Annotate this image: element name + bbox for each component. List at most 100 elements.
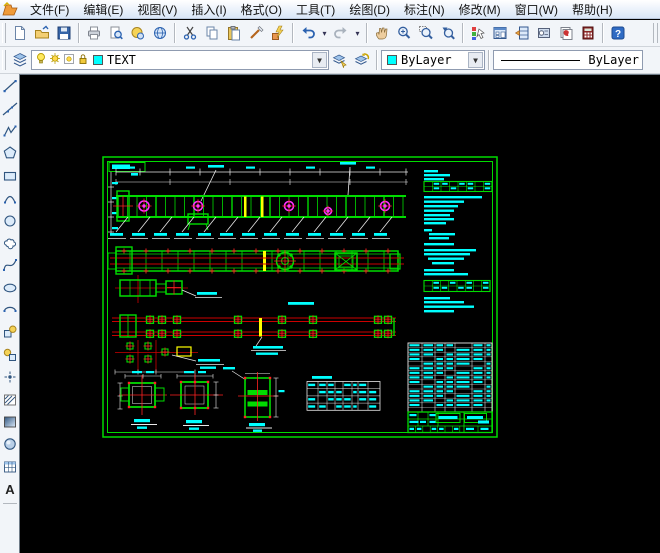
menu-item-window[interactable]: 窗口(W)	[508, 0, 565, 19]
tool-palettes-button[interactable]	[511, 22, 533, 44]
copy-button[interactable]	[201, 22, 223, 44]
design-center-icon	[493, 27, 507, 39]
redo-button[interactable]	[330, 22, 352, 44]
redo-icon	[334, 27, 347, 39]
redo-list-button[interactable]: ▾	[352, 22, 363, 44]
toolbar-separator	[366, 23, 368, 43]
rectangle-tool[interactable]	[0, 165, 19, 187]
paste-button[interactable]	[223, 22, 245, 44]
toolbar-end-grip[interactable]	[653, 23, 658, 43]
lightbulb-icon[interactable]	[35, 52, 47, 69]
markup-set-icon	[560, 27, 573, 40]
menu-item-draw[interactable]: 绘图(D)	[342, 0, 397, 19]
insert-block-tool[interactable]	[0, 321, 19, 343]
lightbulb-icon	[37, 52, 45, 63]
menu-item-tools[interactable]: 工具(T)	[289, 0, 342, 19]
color-combo-dropdown[interactable]: ▼	[468, 52, 483, 68]
toolbar-grip[interactable]	[2, 23, 6, 43]
new-button[interactable]	[9, 22, 31, 44]
ellipse-tool[interactable]	[0, 277, 19, 299]
ellipse-arc-tool[interactable]	[0, 299, 19, 321]
make-object-layer-current-button[interactable]	[329, 49, 351, 71]
menu-item-modify[interactable]: 修改(M)	[452, 0, 508, 19]
sun-icon[interactable]	[49, 52, 61, 69]
markup-set-manager-button[interactable]	[555, 22, 577, 44]
undo-button[interactable]	[297, 22, 319, 44]
design-center-button[interactable]	[489, 22, 511, 44]
menu-item-help[interactable]: 帮助(H)	[565, 0, 620, 19]
color-combo[interactable]: ByLayer ▼	[381, 50, 485, 70]
menu-item-format[interactable]: 格式(O)	[234, 0, 289, 19]
viewport-sun-icon	[64, 53, 74, 64]
line-tool[interactable]	[0, 75, 19, 97]
multiline-text-tool[interactable]: A	[0, 478, 19, 500]
quick-calc-button[interactable]	[577, 22, 599, 44]
gradient-tool[interactable]	[0, 411, 19, 433]
menu-item-file[interactable]: 文件(F)	[23, 0, 76, 19]
spline-tool[interactable]	[0, 254, 19, 276]
print-button[interactable]	[83, 22, 105, 44]
sun-icon	[50, 52, 60, 64]
web-icon	[154, 27, 166, 39]
tool-palettes-icon	[514, 26, 529, 40]
layers-button[interactable]	[9, 49, 31, 71]
undo-list-button[interactable]: ▾	[319, 22, 330, 44]
undo-icon	[302, 27, 315, 39]
properties-button[interactable]	[467, 22, 489, 44]
toolbar-grip[interactable]	[2, 50, 6, 70]
open-button[interactable]	[31, 22, 53, 44]
toolbar-separator	[602, 23, 604, 43]
pan-button[interactable]	[371, 22, 393, 44]
region-tool[interactable]	[0, 433, 19, 455]
svg-text:A: A	[5, 482, 15, 497]
menu-item-dimension[interactable]: 标注(N)	[397, 0, 452, 19]
table-tool[interactable]	[0, 456, 19, 478]
viewport-sun-icon[interactable]	[63, 52, 75, 69]
menu-item-view[interactable]: 视图(V)	[130, 0, 184, 19]
polygon-tool[interactable]	[0, 142, 19, 164]
ellipse-icon	[3, 283, 16, 293]
construction-line-tool[interactable]	[0, 97, 19, 119]
lock-icon[interactable]	[77, 52, 89, 69]
layer-combo-dropdown[interactable]: ▼	[312, 52, 327, 68]
construction-line-icon	[2, 102, 17, 116]
layer-previous-button[interactable]	[351, 49, 373, 71]
menu-item-edit[interactable]: 编辑(E)	[76, 0, 130, 19]
sheet-set-icon	[538, 28, 550, 38]
save-button[interactable]	[53, 22, 75, 44]
circle-tool[interactable]	[0, 209, 19, 231]
linetype-value: ByLayer	[588, 53, 639, 67]
sheet-set-manager-button[interactable]	[533, 22, 555, 44]
table-icon	[3, 461, 16, 473]
quick-calc-icon	[582, 26, 594, 40]
print-preview-button[interactable]	[105, 22, 127, 44]
arc-tool[interactable]	[0, 187, 19, 209]
block-editor-button[interactable]	[267, 22, 289, 44]
zoom-window-button[interactable]	[415, 22, 437, 44]
svg-text:?: ?	[615, 29, 621, 40]
linetype-combo[interactable]: ByLayer	[493, 50, 643, 70]
match-properties-button[interactable]	[245, 22, 267, 44]
make-block-tool[interactable]	[0, 344, 19, 366]
layer-combo[interactable]: TEXT ▼	[31, 50, 329, 70]
publish-button[interactable]	[127, 22, 149, 44]
point-tool[interactable]	[0, 366, 19, 388]
region-icon	[3, 438, 16, 451]
publish-to-web-button[interactable]	[149, 22, 171, 44]
polyline-tool[interactable]	[0, 120, 19, 142]
gradient-icon	[3, 416, 16, 428]
block-editor-icon	[272, 25, 284, 40]
polygon-icon	[3, 146, 16, 159]
mtext-icon: A	[5, 482, 15, 497]
help-button[interactable]: ?	[607, 22, 629, 44]
drawing-canvas[interactable]	[20, 74, 660, 553]
zoom-previous-button[interactable]	[437, 22, 459, 44]
menu-item-insert[interactable]: 插入(I)	[184, 0, 233, 19]
hatch-tool[interactable]	[0, 388, 19, 410]
save-icon	[57, 26, 71, 40]
zoom-realtime-button[interactable]	[393, 22, 415, 44]
app-logo-icon	[2, 1, 20, 17]
cut-button[interactable]	[179, 22, 201, 44]
revision-cloud-tool[interactable]	[0, 232, 19, 254]
new-file-icon	[15, 26, 25, 40]
